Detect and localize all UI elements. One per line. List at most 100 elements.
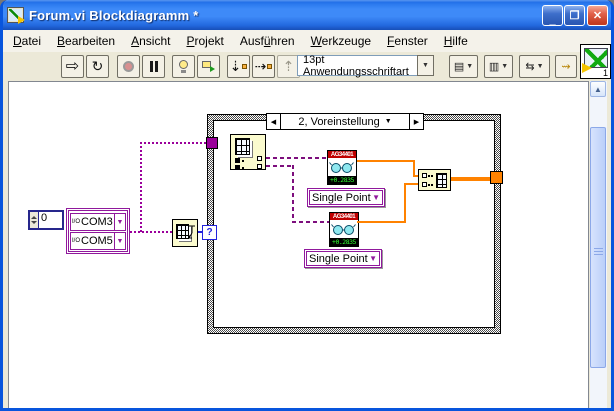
next-case-button[interactable]: ▶ [409, 114, 423, 129]
menu-item-hilfe[interactable]: Hilfe [436, 31, 476, 51]
array-grid-icon [436, 173, 447, 188]
chevron-right-icon: ▶ [413, 118, 420, 126]
wire-visa-array[interactable] [130, 231, 172, 233]
retain-wire-values-button[interactable] [197, 55, 220, 78]
vertical-scroll-thumb[interactable] [590, 127, 606, 368]
chevron-down-icon: ▼ [372, 193, 380, 202]
menu-item-fenster[interactable]: Fenster [379, 31, 436, 51]
visa-resource-cluster[interactable]: I/O COM3 ▼ I/O COM5 ▼ [66, 208, 130, 254]
array-element-input-icon [422, 173, 433, 178]
wire-dbl[interactable] [413, 160, 415, 176]
case-selector-label[interactable]: ◀ 2, Voreinstellung ▼ ▶ [266, 113, 424, 130]
element-output-icon [257, 164, 262, 169]
wire-visa[interactable] [292, 165, 294, 222]
chevron-down-icon: ▼ [501, 63, 509, 70]
io-icon: I/O [72, 219, 81, 225]
visa-constant-com5[interactable]: I/O COM5 ▼ [70, 232, 126, 250]
array-element-input-icon [422, 182, 433, 187]
input-tunnel[interactable] [206, 137, 218, 149]
wire-visa-array[interactable] [140, 142, 206, 144]
build-array-node[interactable] [418, 169, 451, 191]
wire-visa[interactable] [266, 165, 294, 167]
mode-ring-2[interactable]: Single Point ▼ [304, 249, 382, 268]
previous-case-button[interactable]: ◀ [267, 114, 281, 129]
window-title: Forum.vi Blockdiagramm * [29, 7, 199, 23]
instrument-vi-1[interactable]: AG34401 +0.2835 [327, 150, 357, 185]
output-tunnel[interactable] [490, 171, 503, 184]
align-objects-button[interactable]: ▤ ▼ [449, 55, 478, 78]
chevron-down-icon[interactable]: ▼ [114, 214, 125, 230]
numeric-value: 0 [41, 212, 48, 224]
vi-icon-number: 1 [602, 68, 608, 78]
font-selector-dropdown-button[interactable]: ▼ [417, 55, 434, 76]
retain-wire-values-icon [202, 61, 215, 72]
run-continuous-icon: ↻ [91, 58, 104, 74]
wire-dbl[interactable] [404, 183, 419, 185]
step-node-icon [242, 64, 248, 69]
wire-visa[interactable] [266, 157, 327, 159]
visa-value: COM5 [81, 235, 113, 247]
block-diagram-canvas[interactable]: 0 I/O COM3 ▼ I/O COM5 ▼ ◀ 2, Voreinstell… [8, 81, 589, 408]
menu-item-werkzeuge[interactable]: Werkzeuge [303, 31, 379, 51]
element-output-icon [257, 156, 262, 161]
menu-item-ansicht[interactable]: Ansicht [123, 31, 178, 51]
increment-decrement-spinner[interactable] [30, 212, 39, 228]
index-dot-icon [242, 167, 244, 169]
distribute-objects-button[interactable]: ▥ ▼ [484, 55, 513, 78]
step-over-button[interactable]: ⇢ [252, 55, 275, 78]
wire-dbl-array[interactable] [451, 177, 491, 181]
index-array-node[interactable] [230, 134, 266, 170]
reorder-button[interactable]: ⇆ ▼ [519, 55, 550, 78]
labview-app-icon [7, 7, 25, 24]
vi-icon[interactable]: 1 [580, 44, 611, 79]
maximize-icon: ❐ [569, 10, 580, 22]
instrument-vi-2[interactable]: AG34401 +0.2835 [329, 212, 359, 247]
case-name[interactable]: 2, Voreinstellung ▼ [281, 114, 409, 129]
reorder-icon: ⇆ [525, 61, 535, 73]
menu-item-projekt[interactable]: Projekt [178, 31, 231, 51]
step-into-button[interactable]: ⇣ [227, 55, 250, 78]
index-dot-icon [242, 160, 244, 162]
titlebar[interactable]: Forum.vi Blockdiagramm * _ ❐ ✕ [3, 0, 611, 30]
dmm-display: +0.2835 [328, 176, 356, 184]
menu-item-datei[interactable]: Datei [5, 31, 49, 51]
mode-ring-1[interactable]: Single Point ▼ [307, 188, 385, 207]
minimize-button[interactable]: _ [542, 5, 563, 26]
abort-button[interactable] [117, 55, 140, 78]
scroll-up-button[interactable]: ▲ [590, 81, 606, 97]
array-grid-icon [235, 138, 250, 155]
step-out-icon: ⇡ [282, 58, 295, 74]
step-into-icon: ⇣ [229, 58, 242, 74]
run-continuous-button[interactable]: ↻ [86, 55, 109, 78]
vertical-scrollbar[interactable]: ▲ ▼ [590, 81, 607, 408]
numeric-control-terminal[interactable]: 0 [28, 210, 64, 230]
eyeglasses-icon [331, 223, 356, 235]
wire-dbl[interactable] [404, 183, 406, 223]
visa-constant-com3[interactable]: I/O COM3 ▼ [70, 213, 126, 231]
case-selector-terminal[interactable]: ? [202, 225, 217, 240]
font-selector[interactable]: 13pt Anwendungsschriftart [297, 53, 418, 78]
close-button[interactable]: ✕ [587, 5, 608, 26]
io-icon: I/O [72, 238, 81, 244]
minimize-icon: _ [549, 13, 556, 26]
cleanup-diagram-button[interactable]: ⇝ [555, 55, 577, 78]
menu-item-bearbeiten[interactable]: Bearbeiten [49, 31, 123, 51]
distribute-objects-icon: ▥ [488, 61, 500, 73]
highlight-execution-button[interactable] [172, 55, 195, 78]
wire-dbl[interactable] [357, 221, 406, 223]
chevron-down-icon: ▼ [466, 63, 474, 70]
size-probe-icon [188, 225, 195, 239]
wire-visa-array[interactable] [140, 142, 142, 233]
arrow-up-icon: ▲ [594, 84, 602, 94]
run-button[interactable]: ⇨ [61, 55, 84, 78]
yellow-arrow-icon [18, 16, 25, 24]
wire-dbl[interactable] [357, 160, 415, 162]
menu-item-ausfuehren[interactable]: Ausführen [232, 31, 303, 51]
wire-visa[interactable] [292, 221, 329, 223]
chevron-down-icon[interactable]: ▼ [114, 233, 125, 249]
font-selector-value: 13pt Anwendungsschriftart [303, 53, 409, 78]
array-size-node[interactable] [172, 219, 198, 247]
dmm-display: +0.2835 [330, 238, 358, 246]
maximize-button[interactable]: ❐ [564, 5, 585, 26]
pause-button[interactable] [142, 55, 165, 78]
